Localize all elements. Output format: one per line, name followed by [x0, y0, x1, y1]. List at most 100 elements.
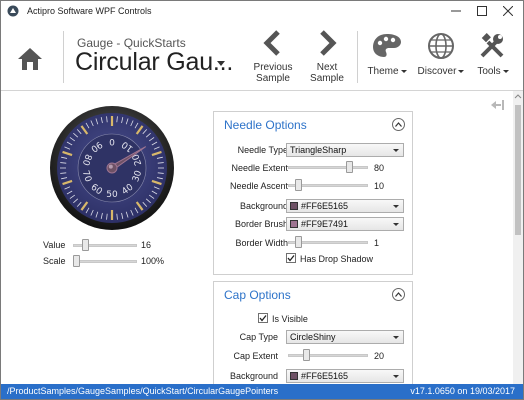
cap-extent-slider-track[interactable] [288, 354, 368, 357]
checkmark-icon [287, 255, 295, 262]
close-icon [503, 6, 513, 16]
minimize-icon [451, 10, 461, 12]
scrollbar-thumb[interactable] [515, 105, 521, 235]
needle-extent-label: Needle Extent [231, 163, 288, 173]
title-bar: Actipro Software WPF Controls [1, 1, 523, 21]
actipro-logo-icon [7, 5, 19, 17]
vertical-scrollbar[interactable] [513, 91, 523, 384]
chevron-up-icon [514, 94, 522, 99]
chevron-down-icon [458, 69, 465, 73]
scale-slider-thumb[interactable] [73, 255, 80, 267]
collapse-button[interactable] [392, 118, 405, 131]
needle-background-value: #FF6E5165 [301, 201, 349, 211]
value-text: 16 [141, 240, 152, 250]
cap-background-label: Background [229, 371, 278, 381]
chevron-down-icon [393, 223, 399, 226]
cap-background-value: #FF6E5165 [301, 371, 349, 381]
needle-cap-shine [108, 164, 113, 169]
gauge-number: 50 [106, 190, 118, 200]
cap-type-label: Cap Type [239, 332, 278, 342]
next-sample-label: Next Sample [305, 62, 349, 84]
globe-icon [428, 33, 454, 59]
checkmark-icon [259, 315, 267, 322]
status-bar: /ProductSamples/GaugeSamples/QuickStart/… [1, 384, 523, 399]
status-version: v17.1.0650 on 19/03/2017 [410, 386, 515, 396]
needle-border-width-label: Border Width [235, 238, 288, 248]
minimize-button[interactable] [443, 1, 469, 21]
drop-shadow-checkbox[interactable] [286, 253, 296, 263]
sample-content: 0 10 20 30 40 50 60 70 80 90 Value 16 Scale 100% … [1, 91, 523, 384]
cap-options-header[interactable]: Cap Options [214, 282, 412, 306]
color-swatch [290, 372, 298, 380]
collapse-panel-button[interactable] [489, 99, 505, 111]
tools-menu-button[interactable]: Tools [471, 29, 515, 85]
value-label: Value [43, 240, 66, 250]
window-title: Actipro Software WPF Controls [27, 6, 152, 16]
needle-extent-slider-thumb[interactable] [346, 161, 354, 173]
cap-background-select[interactable]: #FF6E5165 [286, 369, 404, 383]
needle-ascent-slider-thumb[interactable] [295, 179, 303, 191]
previous-sample-button[interactable]: Previous Sample [251, 29, 295, 85]
needle-extent-slider-track[interactable] [288, 166, 368, 169]
circular-gauge: 0 10 20 30 40 50 60 70 80 90 Value 16 Scale 100% [43, 105, 175, 285]
discover-menu-button[interactable]: Discover [415, 29, 467, 85]
drop-shadow-label: Has Drop Shadow [300, 254, 374, 264]
needle-border-brush-select[interactable]: #FF9E7491 [286, 217, 404, 231]
previous-sample-label: Previous Sample [251, 62, 295, 84]
cap-visible-label: Is Visible [272, 314, 308, 324]
needle-type-value: TriangleSharp [290, 145, 347, 155]
needle-border-brush-label: Border Brush [234, 219, 288, 229]
chevron-down-icon[interactable] [217, 61, 225, 66]
chevron-down-icon [393, 375, 399, 378]
cap-options-panel: Cap Options Is Visible Cap Type CircleSh… [213, 281, 413, 384]
cap-type-value: CircleShiny [290, 332, 336, 342]
cap-extent-slider-thumb[interactable] [302, 349, 310, 361]
needle-ascent-label: Needle Ascent [229, 181, 288, 191]
cap-extent-label: Cap Extent [233, 351, 278, 361]
cap-visible-checkbox[interactable] [258, 313, 268, 323]
discover-label: Discover [417, 66, 457, 77]
arrow-left-bar-icon [491, 100, 504, 110]
theme-menu-button[interactable]: Theme [365, 29, 409, 85]
theme-label: Theme [367, 66, 399, 77]
needle-border-width-value: 1 [374, 238, 380, 248]
scroll-up-button[interactable] [514, 93, 522, 101]
tools-label: Tools [477, 66, 501, 77]
next-sample-button[interactable]: Next Sample [305, 29, 349, 85]
needle-extent-value: 80 [374, 163, 385, 173]
collapse-button[interactable] [392, 288, 405, 301]
scale-slider-track[interactable] [73, 260, 137, 263]
needle-ascent-value: 10 [374, 181, 385, 191]
discover-label-wrap: Discover [415, 66, 467, 77]
ribbon-separator [357, 31, 358, 83]
chevron-left-icon [263, 30, 280, 56]
ribbon-separator [63, 31, 64, 83]
scale-control: Scale 100% [43, 254, 173, 268]
cap-options-title: Cap Options [224, 288, 291, 302]
chevron-up-icon [395, 122, 402, 127]
maximize-icon [477, 6, 487, 16]
needle-border-width-slider-thumb[interactable] [295, 236, 303, 248]
maximize-button[interactable] [469, 1, 495, 21]
next-label-line2: Sample [310, 73, 344, 84]
cap-type-select[interactable]: CircleShiny [286, 330, 404, 344]
next-label-line1: Next [316, 62, 338, 73]
ribbon-toolbar: Gauge - QuickStarts Circular Gau... Prev… [1, 21, 523, 91]
color-swatch [290, 220, 298, 228]
sample-title[interactable]: Circular Gau... [75, 48, 233, 77]
needle-options-header[interactable]: Needle Options [214, 112, 412, 136]
chevron-down-icon [393, 336, 399, 339]
value-slider-thumb[interactable] [82, 239, 90, 251]
scale-label: Scale [43, 256, 66, 266]
needle-background-select[interactable]: #FF6E5165 [286, 199, 404, 213]
home-icon [18, 48, 42, 70]
chevron-down-icon [393, 149, 399, 152]
needle-type-select[interactable]: TriangleSharp [286, 143, 404, 157]
tools-icon [480, 33, 504, 58]
home-button[interactable] [11, 41, 49, 77]
close-button[interactable] [495, 1, 521, 21]
needle-background-label: Background [239, 201, 288, 211]
cap-extent-value: 20 [374, 351, 385, 361]
chevron-down-icon [393, 205, 399, 208]
color-swatch [290, 202, 298, 210]
